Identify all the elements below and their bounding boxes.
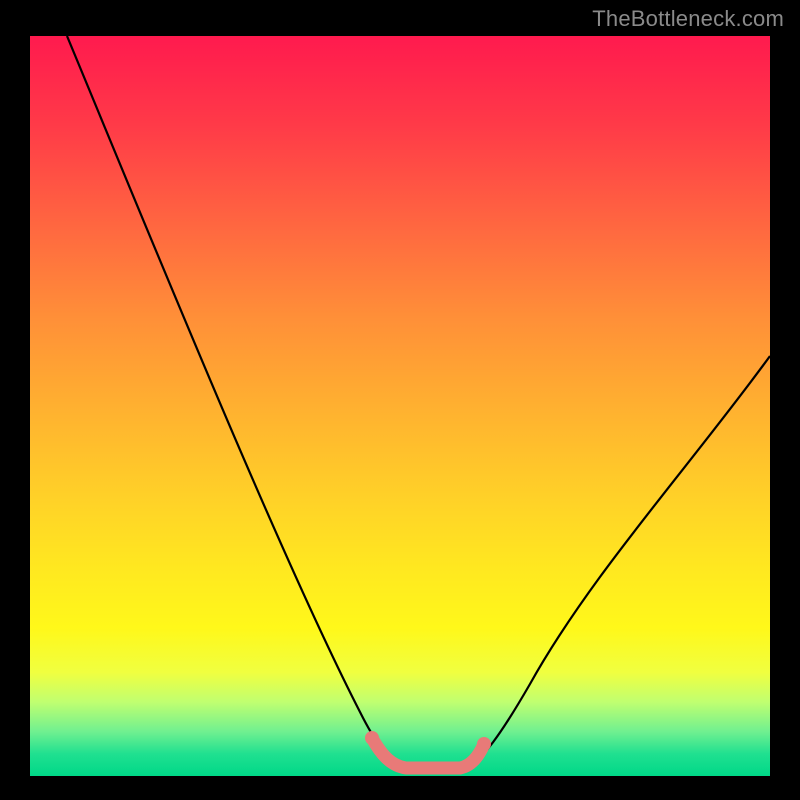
bottleneck-curve bbox=[67, 36, 770, 769]
sweet-spot-dot-left bbox=[365, 731, 379, 745]
sweet-spot-dot-right bbox=[477, 737, 491, 751]
sweet-spot-band bbox=[372, 738, 484, 768]
plot-area bbox=[30, 36, 770, 776]
chart-frame: TheBottleneck.com bbox=[0, 0, 800, 800]
curve-layer bbox=[30, 36, 770, 776]
watermark-text: TheBottleneck.com bbox=[592, 6, 784, 32]
